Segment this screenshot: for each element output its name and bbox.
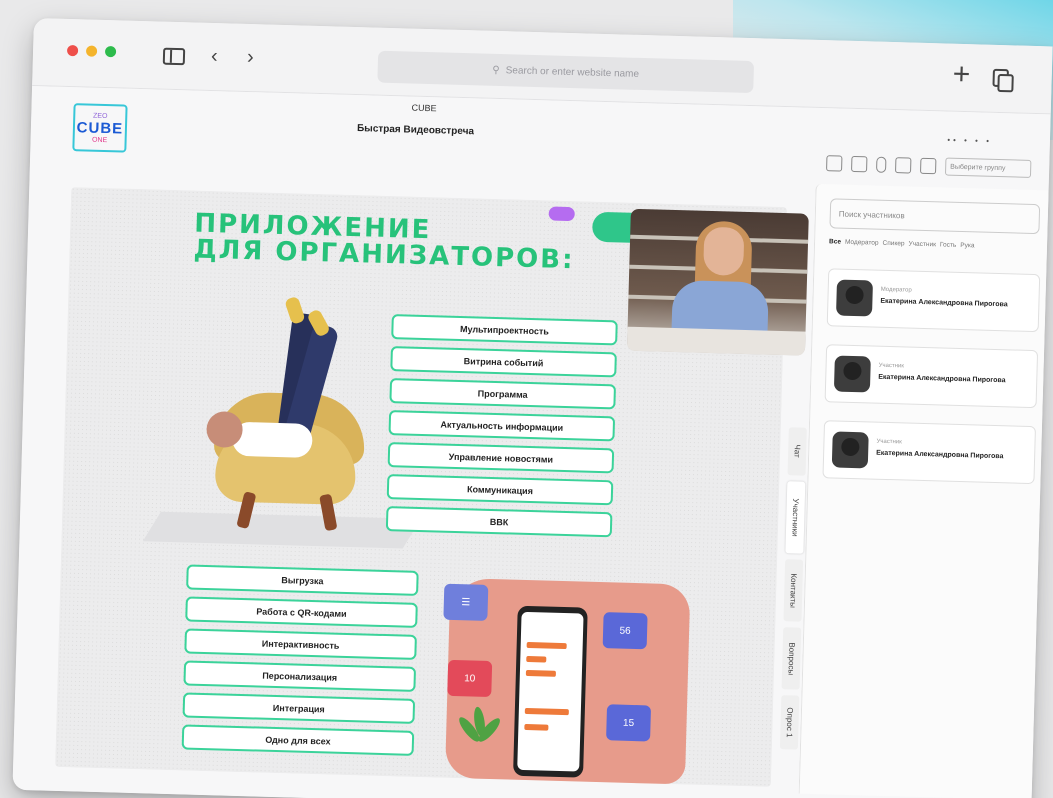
app-area: CUBE ZEO CUBE ONE Быстрая Видеовстреча •… — [12, 85, 1051, 798]
filter-hand[interactable]: Рука — [960, 242, 974, 249]
poll-bar — [526, 642, 567, 650]
tab-poll[interactable]: Опрос 1 — [779, 695, 800, 750]
poll-bar — [525, 669, 556, 677]
feature-pill: Витрина событий — [390, 346, 617, 378]
avatar — [836, 279, 873, 317]
new-tab-icon[interactable]: + — [952, 58, 970, 92]
feature-pill: Управление новостями — [387, 442, 615, 474]
participant-role: Участник — [878, 362, 905, 370]
window-meta: •• • • • — [947, 135, 993, 146]
forward-icon[interactable]: › — [247, 46, 254, 69]
tab-questions[interactable]: Вопросы — [781, 627, 802, 690]
group-select[interactable]: Выберите группу — [944, 157, 1032, 178]
browser-window: ‹ › ⚲ Search or enter website name + CUB… — [12, 18, 1053, 798]
list-icon: ☰ — [443, 583, 489, 621]
slide-heading: ПРИЛОЖЕНИЕ ДЛЯ ОРГАНИЗАТОРОВ: — [193, 208, 575, 276]
filter-all[interactable]: Все — [829, 238, 841, 245]
plant-icon — [456, 706, 503, 767]
meeting-title: Быстрая Видеовстреча — [356, 123, 475, 138]
app-logo[interactable]: ZEO CUBE ONE — [72, 103, 128, 153]
camera-icon[interactable] — [851, 155, 868, 173]
close-window-button[interactable] — [66, 44, 79, 57]
participant-name: Екатерина Александровна Пирогова — [876, 449, 1004, 461]
window-controls — [66, 44, 117, 58]
feature-pill: Программа — [389, 378, 616, 410]
tab-participants[interactable]: Участники — [785, 481, 806, 554]
shoe — [284, 295, 306, 325]
address-placeholder: Search or enter website name — [505, 64, 640, 80]
raise-hand-icon[interactable] — [919, 157, 937, 175]
side-tabs: Чат Участники Контакты Вопросы Опрос 1 — [779, 427, 809, 750]
tab-chat[interactable]: Чат — [787, 427, 807, 476]
tab-contacts[interactable]: Контакты — [783, 559, 804, 622]
participant-name: Екатерина Александровна Пирогова — [880, 297, 1008, 309]
feature-pill: Мультипроектность — [391, 314, 618, 346]
poll-bar — [524, 707, 569, 716]
meeting-controls: Выберите группу — [826, 154, 1032, 178]
feature-pill: Актуальность информации — [388, 410, 616, 442]
tab-title: CUBE — [411, 102, 437, 114]
like-icon: 56 — [602, 612, 648, 650]
avatar — [831, 431, 869, 469]
participant-search-input[interactable]: Поиск участников — [829, 198, 1041, 235]
address-bar[interactable]: ⚲ Search or enter website name — [377, 50, 755, 94]
participant-name: Екатерина Александровна Пирогова — [878, 373, 1006, 385]
back-icon[interactable]: ‹ — [211, 45, 218, 68]
participant-card[interactable]: Участник Екатерина Александровна Пирогов… — [822, 420, 1036, 485]
avatar — [833, 355, 871, 393]
phone-screen — [517, 611, 584, 772]
phone-mockup — [513, 605, 588, 778]
filter-participant[interactable]: Участник — [908, 241, 936, 249]
feature-pill: Коммуникация — [386, 474, 614, 506]
feature-pill: Работа с QR-кодами — [185, 596, 418, 628]
person-body — [231, 421, 313, 458]
participant-card[interactable]: Участник Екатерина Александровна Пирогов… — [824, 344, 1039, 409]
poll-bar — [524, 723, 549, 731]
participant-role: Участник — [876, 438, 902, 446]
chair-illustration — [183, 295, 390, 545]
speaker-face — [703, 226, 745, 276]
search-icon: ⚲ — [492, 64, 500, 76]
participants-panel: Поиск участников Все Модератор Спикер Уч… — [798, 183, 1049, 798]
microphone-icon[interactable] — [876, 156, 887, 173]
feature-pill: Выгрузка — [186, 564, 419, 596]
poll-bar — [526, 655, 547, 663]
maximize-window-button[interactable] — [104, 46, 117, 58]
minimize-window-button[interactable] — [85, 45, 98, 57]
speaker-video[interactable] — [626, 208, 809, 356]
screen-share-icon[interactable] — [895, 157, 912, 174]
presentation-slide: ПРИЛОЖЕНИЕ ДЛЯ ОРГАНИЗАТОРОВ: Мультипрое… — [55, 187, 809, 787]
feature-pill: Персонализация — [183, 660, 417, 692]
tab-overview-icon[interactable] — [992, 68, 1009, 88]
participant-card[interactable]: Модератор Екатерина Александровна Пирого… — [826, 268, 1041, 333]
filter-speaker[interactable]: Спикер — [882, 240, 904, 248]
desk — [626, 326, 806, 356]
heart-icon: 10 — [447, 659, 493, 698]
feature-pill: ВВК — [385, 506, 613, 538]
people-icon: 15 — [606, 704, 652, 742]
decor-shape — [548, 206, 575, 222]
filter-moderator[interactable]: Модератор — [845, 239, 879, 247]
feature-pill: Интерактивность — [184, 628, 417, 660]
sidebar-toggle-icon[interactable] — [162, 47, 186, 66]
feature-pill: Интеграция — [182, 692, 416, 724]
filter-guest[interactable]: Гость — [940, 241, 957, 248]
participant-role: Модератор — [880, 286, 912, 294]
participant-filters: Все Модератор Спикер Участник Гость Рука — [829, 238, 975, 249]
document-icon[interactable] — [826, 155, 843, 172]
feature-pill: Одно для всех — [181, 724, 415, 756]
phone-illustration: ☰ 56 10 15 — [439, 577, 704, 785]
